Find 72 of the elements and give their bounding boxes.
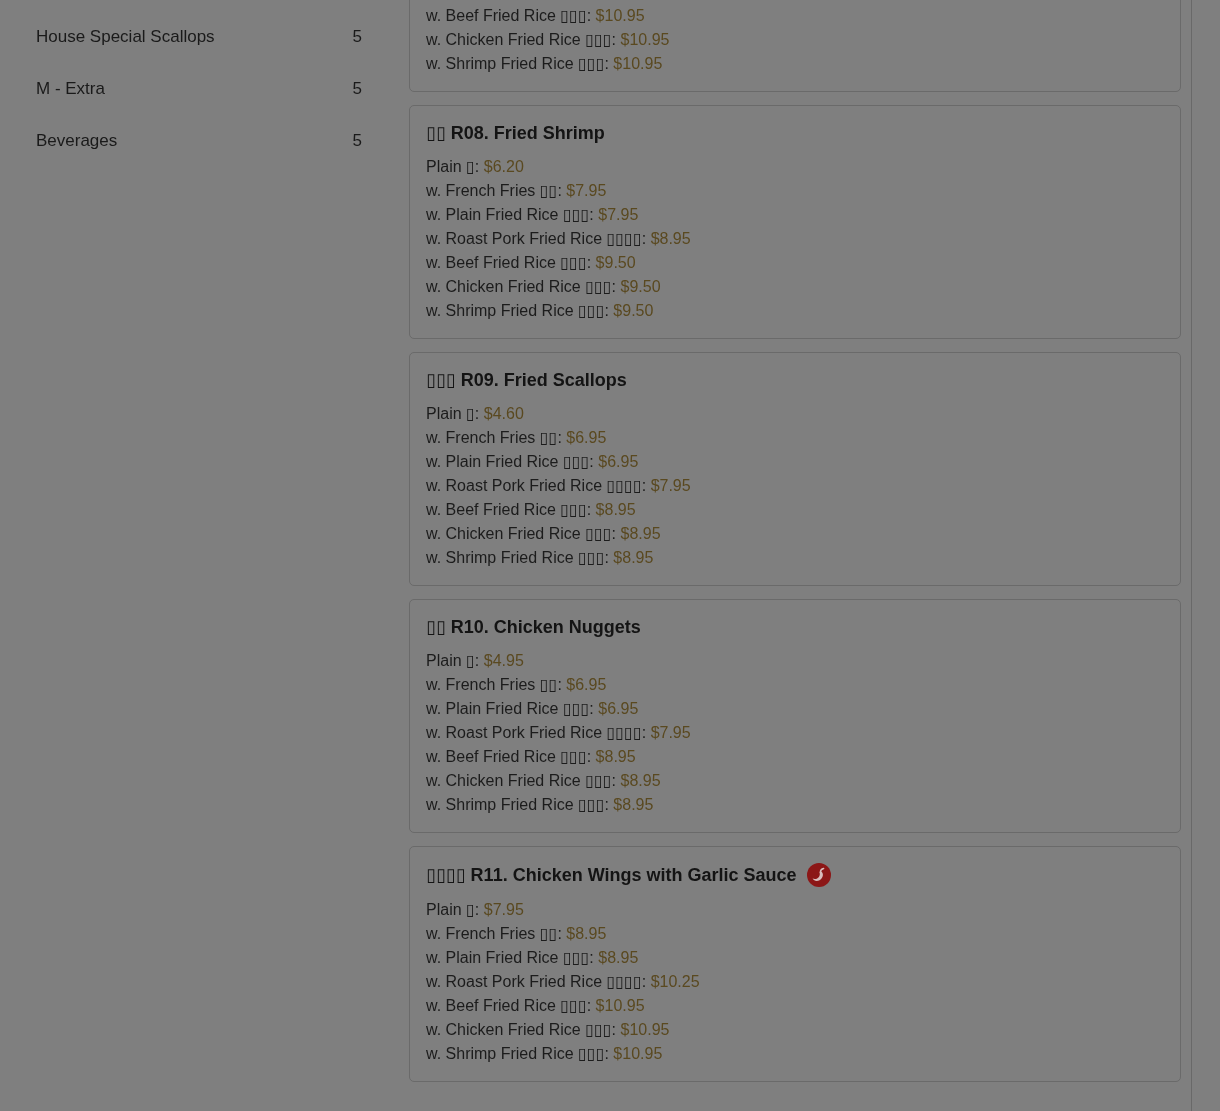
option-price: $10.95 bbox=[595, 7, 645, 24]
option-label: w. Plain Fried Rice ▯▯▯: bbox=[426, 206, 594, 223]
option-price: $7.95 bbox=[566, 182, 607, 199]
option-price: $8.95 bbox=[650, 230, 691, 247]
option-price: $10.95 bbox=[620, 31, 670, 48]
option-price: $10.95 bbox=[620, 1021, 670, 1038]
option-label: Plain ▯: bbox=[426, 405, 480, 422]
option-price: $9.50 bbox=[595, 254, 636, 271]
option-label: w. Plain Fried Rice ▯▯▯: bbox=[426, 700, 594, 717]
option-price: $6.95 bbox=[598, 700, 639, 717]
option-price: $8.95 bbox=[613, 549, 654, 566]
option-price: $8.95 bbox=[595, 748, 636, 765]
option-label: Plain ▯: bbox=[426, 901, 480, 918]
category-name[interactable]: House Special Scallops bbox=[36, 27, 215, 47]
option-label: w. Plain Fried Rice ▯▯▯: bbox=[426, 949, 594, 966]
option-price: $4.95 bbox=[483, 652, 524, 669]
item-count: 5 bbox=[352, 27, 362, 47]
option-price: $10.95 bbox=[613, 55, 663, 72]
option-label: w. Beef Fried Rice ▯▯▯: bbox=[426, 501, 592, 518]
option-label: w. Roast Pork Fried Rice ▯▯▯▯: bbox=[426, 724, 647, 741]
option-price: $8.95 bbox=[566, 925, 607, 942]
option-price: $7.95 bbox=[650, 477, 691, 494]
option-label: w. Shrimp Fried Rice ▯▯▯: bbox=[426, 302, 609, 319]
category-name[interactable]: M - Extra bbox=[36, 79, 105, 99]
option-label: Plain ▯: bbox=[426, 652, 480, 669]
dish-title: ▯▯ R10. Chicken Nuggets bbox=[426, 616, 641, 638]
dish-title: ▯▯▯ R09. Fried Scallops bbox=[426, 369, 627, 391]
item-count: 5 bbox=[352, 79, 362, 99]
option-price: $6.95 bbox=[598, 453, 639, 470]
category-name[interactable]: Beverages bbox=[36, 131, 118, 151]
option-price: $7.95 bbox=[598, 206, 639, 223]
option-label: w. Shrimp Fried Rice ▯▯▯: bbox=[426, 549, 609, 566]
option-label: w. Beef Fried Rice ▯▯▯: bbox=[426, 997, 592, 1014]
dish-title: ▯▯ R08. Fried Shrimp bbox=[426, 122, 605, 144]
option-price: $7.95 bbox=[483, 901, 524, 918]
option-price: $8.95 bbox=[595, 501, 636, 518]
option-label: w. Chicken Fried Rice ▯▯▯: bbox=[426, 1021, 617, 1038]
option-price: $10.25 bbox=[650, 973, 700, 990]
option-price: $4.60 bbox=[483, 405, 524, 422]
option-label: w. Chicken Fried Rice ▯▯▯: bbox=[426, 525, 617, 542]
option-label: w. French Fries ▯▯: bbox=[426, 182, 562, 199]
option-label: w. Shrimp Fried Rice ▯▯▯: bbox=[426, 1045, 609, 1062]
option-price: $6.20 bbox=[483, 158, 524, 175]
option-label: w. Beef Fried Rice ▯▯▯: bbox=[426, 254, 592, 271]
option-label: w. Chicken Fried Rice ▯▯▯: bbox=[426, 31, 617, 48]
option-price: $10.95 bbox=[613, 1045, 663, 1062]
option-label: w. Beef Fried Rice ▯▯▯: bbox=[426, 7, 592, 24]
option-price: $9.50 bbox=[613, 302, 654, 319]
option-price: $10.95 bbox=[595, 997, 645, 1014]
option-label: Plain ▯: bbox=[426, 158, 480, 175]
option-label: w. Roast Pork Fried Rice ▯▯▯▯: bbox=[426, 230, 647, 247]
item-count: 5 bbox=[352, 131, 362, 151]
option-label: w. Chicken Fried Rice ▯▯▯: bbox=[426, 278, 617, 295]
option-price: $6.95 bbox=[566, 676, 607, 693]
option-label: w. Roast Pork Fried Rice ▯▯▯▯: bbox=[426, 477, 647, 494]
dish-title: ▯▯▯▯ R11. Chicken Wings with Garlic Sauce bbox=[426, 864, 797, 886]
option-price: $8.95 bbox=[598, 949, 639, 966]
option-label: w. Beef Fried Rice ▯▯▯: bbox=[426, 748, 592, 765]
option-label: w. Chicken Fried Rice ▯▯▯: bbox=[426, 772, 617, 789]
option-price: $9.50 bbox=[620, 278, 661, 295]
option-price: $7.95 bbox=[650, 724, 691, 741]
option-label: w. Plain Fried Rice ▯▯▯: bbox=[426, 453, 594, 470]
option-price: $8.95 bbox=[620, 525, 661, 542]
option-label: w. French Fries ▯▯: bbox=[426, 925, 562, 942]
option-label: w. French Fries ▯▯: bbox=[426, 429, 562, 446]
option-price: $6.95 bbox=[566, 429, 607, 446]
option-label: w. French Fries ▯▯: bbox=[426, 676, 562, 693]
option-label: w. Shrimp Fried Rice ▯▯▯: bbox=[426, 55, 609, 72]
option-price: $8.95 bbox=[613, 796, 654, 813]
option-price: $8.95 bbox=[620, 772, 661, 789]
option-label: w. Shrimp Fried Rice ▯▯▯: bbox=[426, 796, 609, 813]
option-label: w. Roast Pork Fried Rice ▯▯▯▯: bbox=[426, 973, 647, 990]
